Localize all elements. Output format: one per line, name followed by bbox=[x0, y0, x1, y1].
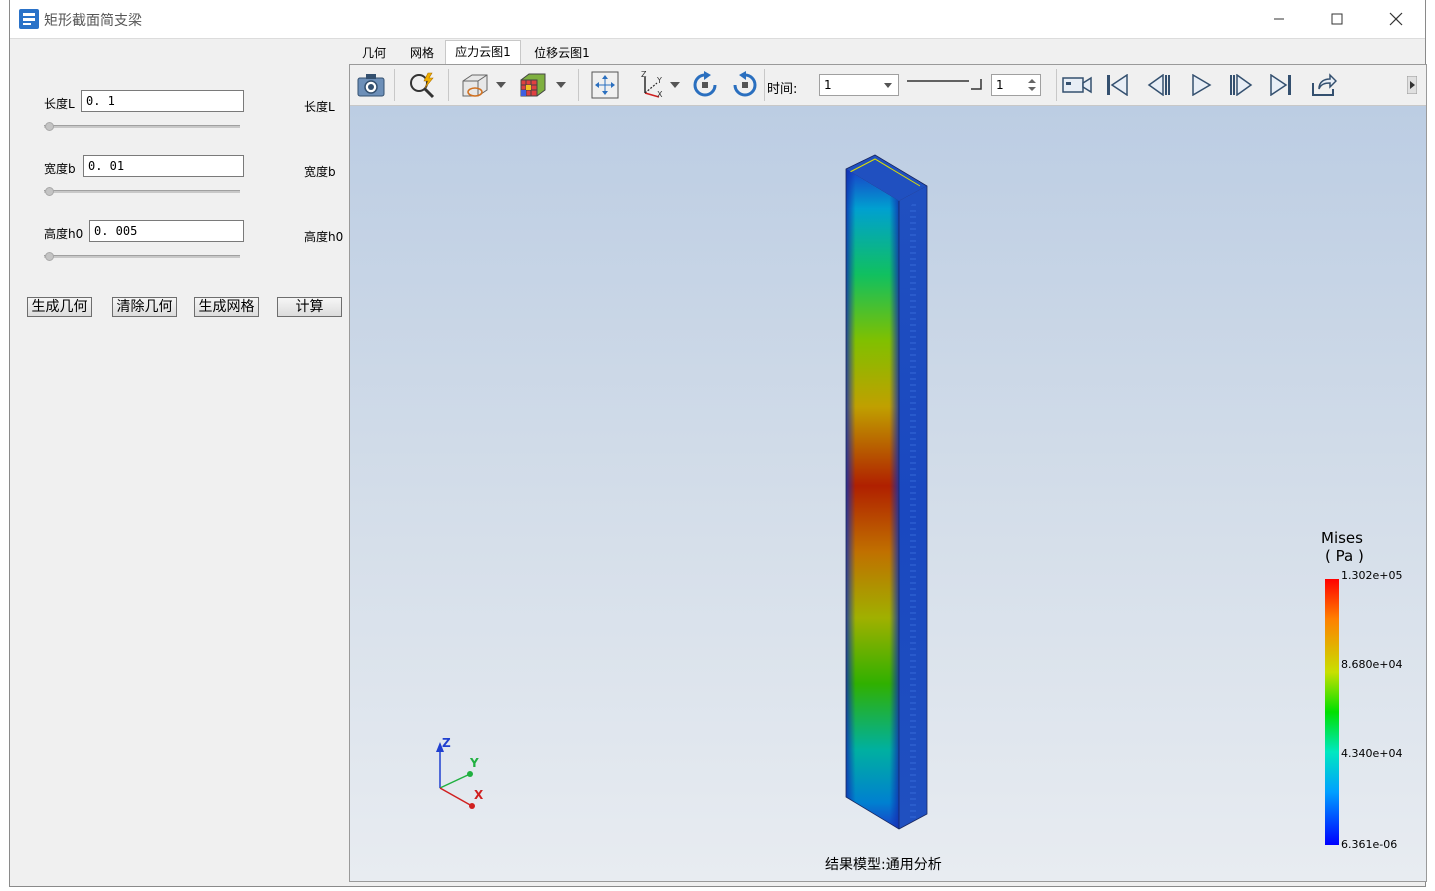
window-title: 矩形截面简支梁 bbox=[44, 13, 142, 29]
display-mode-dropdown-icon[interactable] bbox=[494, 70, 508, 100]
legend-title: Mises bbox=[1321, 529, 1363, 547]
time-select-value: 1 bbox=[824, 78, 832, 92]
width-slider[interactable] bbox=[44, 190, 240, 193]
generate-geometry-button[interactable]: 生成几何 bbox=[27, 297, 92, 317]
parameter-panel: 长度L 长度L 宽度b 宽度b 高度h0 高度h0 生成几何 清除几何 生成网格… bbox=[10, 39, 348, 885]
height-label: 高度h0 bbox=[44, 227, 84, 241]
legend-color-bar bbox=[1325, 579, 1339, 845]
maximize-button[interactable] bbox=[1308, 0, 1366, 38]
axes-dropdown-icon[interactable] bbox=[668, 70, 682, 100]
minimize-button[interactable] bbox=[1250, 0, 1308, 38]
width-slider-thumb[interactable] bbox=[45, 187, 54, 196]
close-icon bbox=[1389, 12, 1403, 26]
legend-unit: ( Pa ) bbox=[1325, 547, 1364, 565]
title-bar: 矩形截面简支梁 bbox=[10, 0, 1425, 39]
rotate-cw-icon[interactable] bbox=[688, 70, 722, 100]
chevron-down-icon bbox=[884, 83, 892, 88]
spin-arrows-icon bbox=[1028, 79, 1036, 91]
zoom-fit-icon[interactable] bbox=[406, 70, 438, 100]
display-mode-icon[interactable] bbox=[458, 70, 492, 100]
tab-stress-contour[interactable]: 应力云图1 bbox=[445, 40, 521, 65]
result-viewer: ZYX 时间: 1 1 Z Y X Mises (Pa) 1.302e+05… bbox=[349, 64, 1427, 882]
legend-tick-max: 1.302e+05 bbox=[1341, 569, 1403, 582]
close-button[interactable] bbox=[1367, 0, 1425, 38]
time-label: 时间: bbox=[767, 82, 798, 97]
frame-slider[interactable] bbox=[905, 70, 985, 100]
svg-text:X: X bbox=[657, 90, 663, 99]
legend-tick-low: 4.340e+04 bbox=[1341, 747, 1403, 760]
clear-geometry-button[interactable]: 清除几何 bbox=[112, 297, 177, 317]
tab-displacement-contour[interactable]: 位移云图1 bbox=[527, 42, 597, 64]
time-select[interactable]: 1 bbox=[819, 74, 899, 96]
legend-tick-min: 6.361e-06 bbox=[1341, 838, 1398, 851]
toolbar-extend-icon[interactable] bbox=[1404, 70, 1420, 100]
svg-text:Y: Y bbox=[656, 76, 662, 85]
viewer-toolbar: Z YX 时间: 1 1 bbox=[350, 65, 1426, 106]
maximize-icon bbox=[1331, 13, 1343, 25]
height-slider-thumb[interactable] bbox=[45, 252, 54, 261]
length-slider[interactable] bbox=[44, 125, 240, 128]
svg-text:Z: Z bbox=[641, 71, 647, 79]
camera-icon[interactable] bbox=[355, 70, 387, 100]
triad-x-label: X bbox=[474, 788, 484, 802]
beam-model bbox=[845, 154, 928, 830]
app-window: 矩形截面简支梁 长度L 长度L 宽度b 宽度b 高度h0 高度h0 生成几何 清… bbox=[9, 0, 1427, 887]
tab-mesh[interactable]: 网格 bbox=[403, 42, 441, 64]
first-frame-icon[interactable] bbox=[1102, 70, 1132, 100]
minimize-icon bbox=[1274, 18, 1284, 20]
step-spinbox-value: 1 bbox=[996, 78, 1004, 92]
length-label: 长度L bbox=[44, 97, 75, 111]
3d-viewport[interactable]: Z Y X Mises ( Pa ) 1.302e+05 8.680e+04 4… bbox=[350, 106, 1426, 881]
step-spinbox[interactable]: 1 bbox=[991, 74, 1041, 96]
result-model-caption: 结果模型:通用分析 bbox=[825, 857, 942, 873]
tab-geometry[interactable]: 几何 bbox=[355, 42, 393, 64]
length-right-label: 长度L bbox=[304, 100, 335, 114]
app-logo-icon bbox=[19, 9, 39, 29]
color-cube-icon[interactable] bbox=[516, 70, 550, 100]
export-icon[interactable] bbox=[1308, 70, 1340, 100]
height-right-label: 高度h0 bbox=[304, 230, 344, 244]
length-slider-thumb[interactable] bbox=[45, 122, 54, 131]
triad-z-label: Z bbox=[442, 736, 451, 750]
compute-button[interactable]: 计算 bbox=[277, 297, 342, 317]
rotate-ccw-icon[interactable] bbox=[728, 70, 762, 100]
last-frame-icon[interactable] bbox=[1266, 70, 1296, 100]
pan-icon[interactable] bbox=[588, 70, 622, 100]
record-video-icon[interactable] bbox=[1060, 70, 1094, 100]
prev-frame-icon[interactable] bbox=[1144, 70, 1174, 100]
play-icon[interactable] bbox=[1186, 70, 1216, 100]
next-frame-icon[interactable] bbox=[1226, 70, 1256, 100]
width-right-label: 宽度b bbox=[304, 165, 336, 179]
triad-y-label: Y bbox=[470, 756, 479, 770]
height-input[interactable] bbox=[89, 220, 244, 242]
length-input[interactable] bbox=[81, 90, 244, 112]
color-dropdown-icon[interactable] bbox=[554, 70, 568, 100]
height-slider[interactable] bbox=[44, 255, 240, 258]
generate-mesh-button[interactable]: 生成网格 bbox=[194, 297, 259, 317]
legend-tick-high: 8.680e+04 bbox=[1341, 658, 1403, 671]
width-input[interactable] bbox=[83, 155, 244, 177]
axes-icon[interactable]: Z YX bbox=[634, 70, 668, 100]
width-label: 宽度b bbox=[44, 162, 76, 176]
